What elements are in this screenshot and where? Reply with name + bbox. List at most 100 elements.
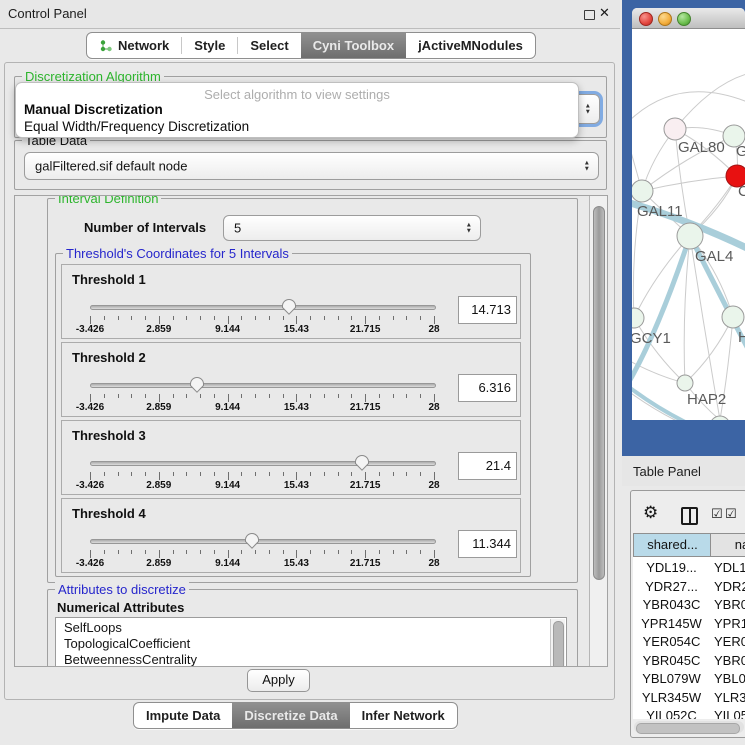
close-icon[interactable]: ✕ [599,5,610,21]
cell-name: YBR043C [714,597,745,612]
settings-scroll-panel: Interval Definition Number of Intervals … [14,195,608,667]
network-node[interactable] [632,308,644,328]
tick-mark [118,550,119,554]
attribute-items: SelfLoopsTopologicalCoefficientBetweenne… [56,620,566,667]
tick-mark [324,394,325,398]
table-row[interactable]: YDL19... YDL19... [633,560,745,579]
select-none-checkbox-icon[interactable]: ☑ [725,506,737,522]
attribute-item[interactable]: BetweennessCentrality [56,652,566,667]
tick-mark [159,472,160,480]
option-manual-discretization[interactable]: Manual Discretization [24,102,163,117]
table-settings-gear-icon[interactable]: ⚙ [643,503,658,523]
tick-mark [104,472,105,476]
tick-mark [269,472,270,476]
tick-mark [90,394,91,402]
table-row[interactable]: YIL052CYIL052C [633,708,745,719]
option-equal-width-frequency[interactable]: Equal Width/Frequency Discretization [24,119,249,134]
panel-scrollbar-thumb[interactable] [593,206,605,580]
attribute-item[interactable]: TopologicalCoefficient [56,636,566,652]
tick-mark [241,472,242,476]
tick-mark [434,472,435,480]
tick-mark [90,550,91,558]
control-panel-titlebar: Control Panel ✕ [0,0,620,29]
tick-mark [186,472,187,476]
zoom-traffic-light[interactable] [677,12,691,26]
network-canvas[interactable]: GAL80GACGAL11GAL4GCY1HHAP2 [632,28,745,420]
tab-jactivemnodules[interactable]: jActiveMNodules [406,33,535,58]
tab-infer-network[interactable]: Infer Network [350,703,457,728]
tab-style[interactable]: Style [182,33,237,58]
attribute-item[interactable]: SelfLoops [56,620,566,636]
column-layout-icon[interactable] [681,507,698,525]
network-node[interactable] [677,223,703,249]
table-hscrollbar-thumb[interactable] [636,723,740,734]
threshold-slider-thumb[interactable] [189,376,205,393]
table-horizontal-scrollbar[interactable] [634,721,744,733]
network-node-label: HAP2 [687,391,726,408]
table-row[interactable]: YBR045CYBR045C [633,653,745,672]
cell-name: YDL19... [714,560,745,575]
tab-cyni-toolbox[interactable]: Cyni Toolbox [301,33,406,58]
tick-mark [338,394,339,398]
attributes-list-scrollbar[interactable] [550,619,565,667]
network-window-titlebar[interactable] [632,8,745,29]
tick-mark [186,316,187,320]
network-node[interactable] [710,416,730,420]
threshold-value-field[interactable]: 6.316 [458,374,517,402]
table-row[interactable]: YDR27...YDR27... [633,579,745,598]
tick-mark [131,550,132,554]
tick-mark [104,316,105,320]
node-table-rows[interactable]: YDL19...YDL19...YDR27...YDR27...YBR043CY… [633,557,745,719]
table-row[interactable]: YBL079WYBL079W [633,671,745,690]
number-of-intervals-combobox[interactable]: 5 ▲▼ [223,215,481,241]
tick-mark [118,472,119,476]
threshold-slider-thumb[interactable] [354,454,370,471]
threshold-slider-thumb[interactable] [281,298,297,315]
cell-name: YLR345W [714,690,745,705]
tick-mark [118,394,119,398]
tick-mark [186,394,187,398]
network-node[interactable] [722,306,744,328]
tick-label: 2.859 [138,402,180,413]
tab-select[interactable]: Select [238,33,300,58]
tick-label: 21.715 [344,402,386,413]
float-window-icon[interactable] [584,10,595,20]
table-row[interactable]: YPR145WYPR145W [633,616,745,635]
attributes-scrollbar-thumb[interactable] [553,621,564,667]
cell-shared-name: YLR345W [633,690,710,705]
tick-mark [296,550,297,558]
network-node[interactable] [632,180,653,202]
tab-discretize-data[interactable]: Discretize Data [232,703,349,728]
close-traffic-light[interactable] [639,12,653,26]
minimize-traffic-light[interactable] [658,12,672,26]
threshold-value-field[interactable]: 21.4 [458,452,517,480]
threshold-block: Threshold 4 -3.4262.8599.14415.4321.7152… [61,498,521,573]
panel-vertical-scrollbar[interactable] [589,196,607,666]
tick-mark [406,550,407,554]
table-row[interactable]: YER054CYER054C [633,634,745,653]
algorithm-hint: Select algorithm to view settings [16,87,578,102]
cell-shared-name: YBR043C [633,597,710,612]
tick-mark [310,472,311,476]
numerical-attributes-list[interactable]: SelfLoopsTopologicalCoefficientBetweenne… [55,617,567,667]
table-row[interactable]: YBR043C YBR043C [633,597,745,616]
apply-button[interactable]: Apply [247,669,310,692]
threshold-value-field[interactable]: 14.713 [458,296,517,324]
select-all-checkbox-icon[interactable]: ☑ [711,506,723,522]
threshold-value-field[interactable]: 11.344 [458,530,517,558]
cell-shared-name: YDL19... [633,560,710,575]
tick-mark [173,316,174,320]
table-data-combobox[interactable]: galFiltered.sif default node ▲▼ [24,152,599,180]
column-header-name[interactable]: name [710,533,745,557]
network-node[interactable] [664,118,686,140]
cell-shared-name: YBL079W [633,671,710,686]
column-header-shared-name[interactable]: shared... [633,533,712,557]
tab-network[interactable]: Network [87,33,181,58]
threshold-slider-thumb[interactable] [244,532,260,549]
tab-impute-data[interactable]: Impute Data [134,703,232,728]
network-node[interactable] [677,375,693,391]
tick-label: 9.144 [207,402,249,413]
table-row[interactable]: YLR345W YLR345W [633,690,745,709]
tick-label: -3.426 [69,324,111,335]
network-nodes: GAL80GACGAL11GAL4GCY1HHAP2 [632,118,745,420]
